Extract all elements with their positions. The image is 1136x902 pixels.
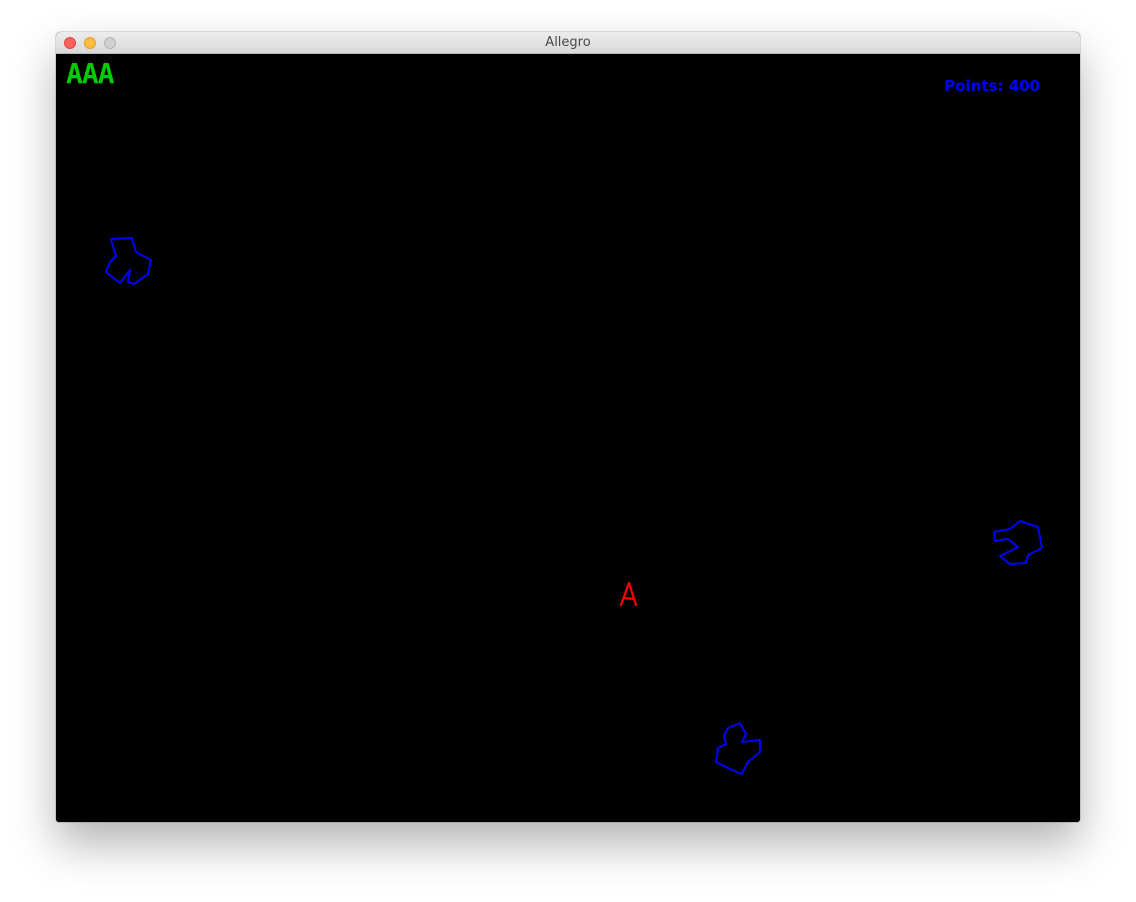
asteroid — [993, 520, 1043, 565]
title-bar[interactable]: Allegro — [56, 32, 1080, 54]
score-display: Points: 400 — [944, 77, 1040, 95]
asteroid — [105, 237, 152, 285]
game-window: Allegro AAA Points: 400 — [56, 32, 1080, 822]
asteroid — [715, 722, 761, 775]
window-title: Allegro — [545, 35, 591, 50]
lives-indicator: AAA — [66, 57, 115, 90]
player-ship — [619, 581, 638, 607]
game-canvas[interactable]: AAA Points: 400 — [56, 54, 1080, 822]
